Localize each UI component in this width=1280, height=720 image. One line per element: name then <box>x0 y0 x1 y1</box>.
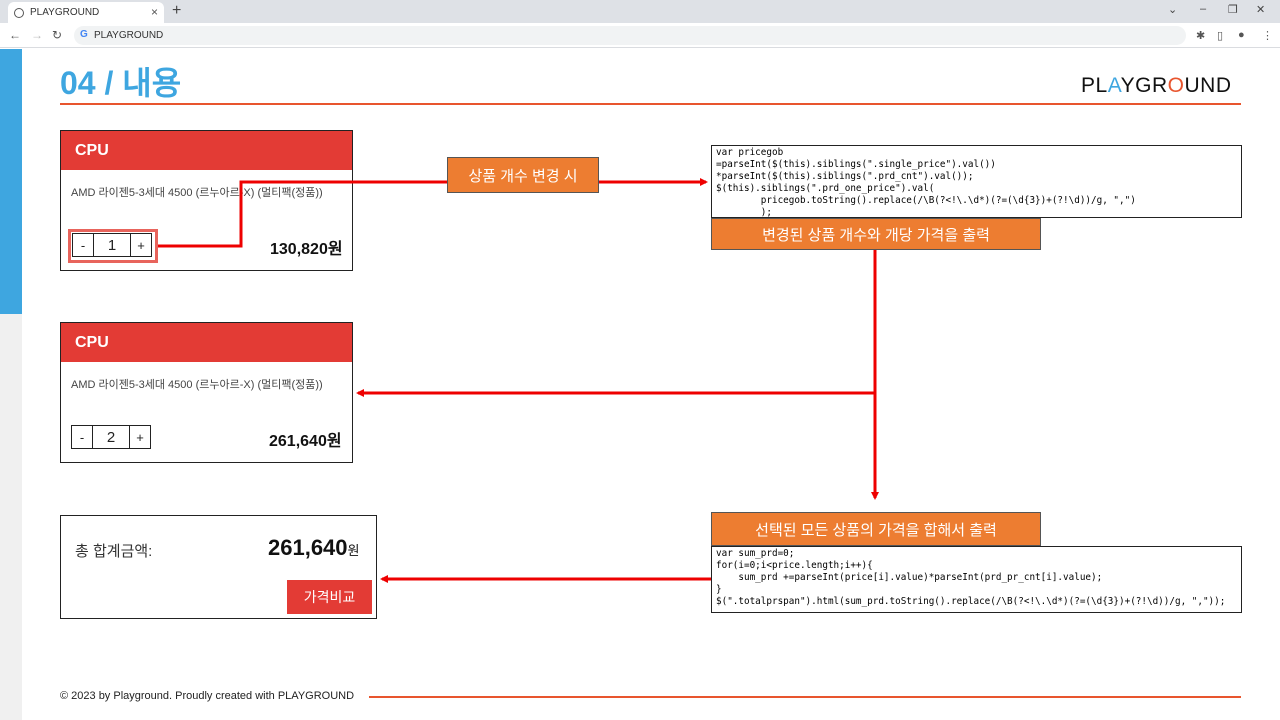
footer-text: © 2023 by Playground. Proudly created wi… <box>60 690 355 702</box>
footer-divider <box>369 696 1241 698</box>
flow-arrows <box>158 178 879 583</box>
arrow-stepper-to-label <box>158 180 447 248</box>
